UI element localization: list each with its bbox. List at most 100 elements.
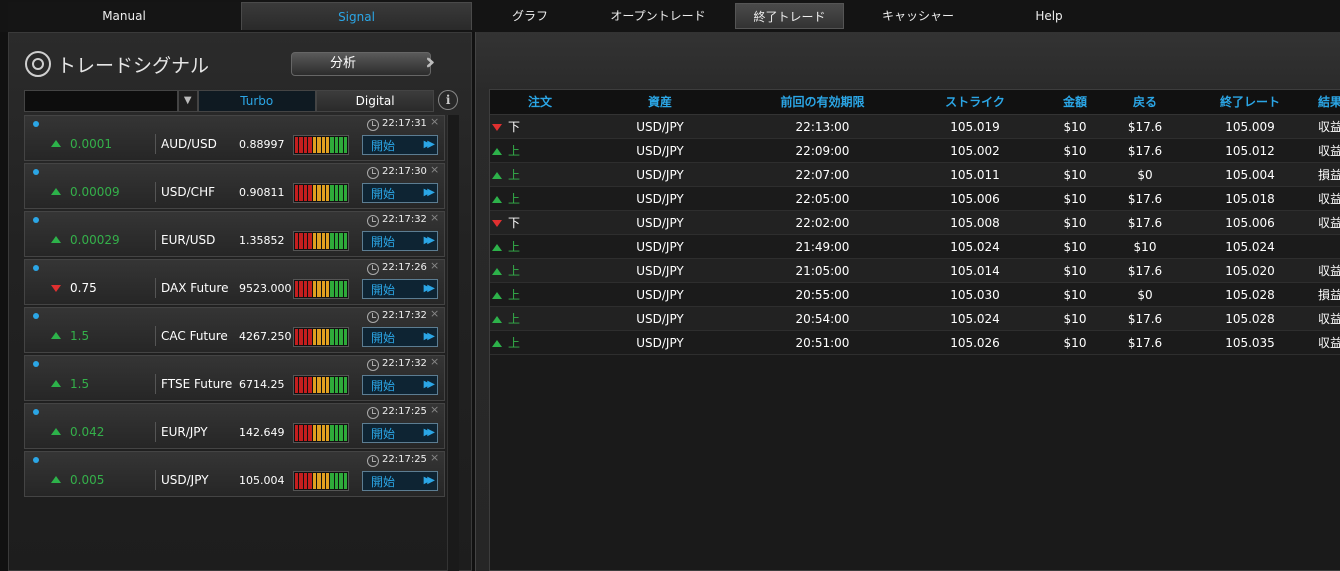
start-button[interactable]: 開始 ▶▶ [362,279,438,299]
cell-result: 収益 [1317,216,1340,230]
meter-segment [334,377,339,393]
meter-segment [321,329,325,345]
close-icon[interactable]: × [430,211,439,224]
tab-cashier[interactable]: キャッシャー [858,3,978,29]
meter-segment [303,233,308,249]
meter-segment [308,377,312,393]
cell-order: 上 [490,307,590,331]
table-row: 上 USD/JPY 22:05:00 105.006 $10 $17.6 105.018 収益 [490,187,1340,211]
signal-row: 22:17:32 × 0.00029 EUR/USD 1.35852 開始 ▶▶ [24,211,445,257]
signal-change: 0.0001 [70,137,112,151]
meter-segment [317,377,321,393]
start-button[interactable]: 開始 ▶▶ [362,327,438,347]
cell-return: $10 [1133,240,1157,254]
header-asset[interactable]: 資産 [600,90,720,115]
order-direction: 上 [508,288,521,302]
start-button-label: 開始 [371,330,396,345]
signal-list: 22:17:31 × 0.0001 AUD/USD 0.88997 開始 ▶▶ … [24,115,445,499]
close-icon[interactable]: × [430,115,439,128]
tab-closed-trades[interactable]: 終了トレード [735,3,844,29]
meter-segment [334,329,339,345]
asset-filter-select[interactable] [24,90,178,112]
start-button[interactable]: 開始 ▶▶ [362,423,438,443]
meter-segment [343,425,348,441]
signal-strength-meter [293,183,349,203]
cell-result: 収益 [1317,144,1340,158]
cell-expiry: 22:13:00 [795,120,850,134]
meter-segment [303,377,308,393]
tab-digital[interactable]: Digital [315,90,435,112]
meter-segment [321,425,325,441]
signal-time: 22:17:32 [382,358,427,369]
order-direction: 上 [508,312,521,326]
table-row: 上 USD/JPY 20:51:00 105.026 $10 $17.6 105.035 収益 [490,331,1340,355]
meter-segment [308,425,312,441]
signal-strength-meter [293,231,349,251]
cell-expiry: 20:54:00 [795,312,850,326]
meter-segment [295,473,299,489]
close-icon[interactable]: × [430,163,439,176]
info-icon[interactable]: i [438,90,459,110]
close-icon[interactable]: × [430,259,439,272]
close-icon[interactable]: × [430,403,439,416]
start-button[interactable]: 開始 ▶▶ [362,135,438,155]
tab-manual[interactable]: Manual [8,2,240,30]
signal-price: 1.35852 [239,234,285,247]
meter-segment [312,377,317,393]
cell-order: 上 [490,331,590,355]
tab-chart[interactable]: グラフ [477,3,583,29]
tab-open-trades[interactable]: オープントレード [592,3,724,29]
meter-segment [339,281,343,297]
tab-signal[interactable]: Signal [241,2,472,30]
meter-segment [343,329,348,345]
table-row: 上 USD/JPY 21:49:00 105.024 $10 $10 105.024 [490,235,1340,259]
meter-segment [330,185,334,201]
meter-segment [295,377,299,393]
start-button[interactable]: 開始 ▶▶ [362,183,438,203]
signal-filter-bar: ▼ Turbo Digital i [24,90,459,114]
tab-turbo[interactable]: Turbo [197,90,316,112]
cell-strike: 105.024 [950,312,1000,326]
clock-icon [367,167,379,179]
meter-segment [299,281,303,297]
meter-segment [299,185,303,201]
meter-segment [343,137,348,153]
meter-segment [321,233,325,249]
start-button[interactable]: 開始 ▶▶ [362,471,438,491]
chevron-down-icon[interactable]: ▼ [177,90,198,112]
signal-list-scrollbar[interactable] [447,115,459,571]
close-icon[interactable]: × [430,355,439,368]
signal-asset: AUD/USD [161,137,217,151]
header-order[interactable]: 注文 [490,90,590,115]
analyze-button[interactable]: 分析 [291,52,431,76]
table-row: 下 USD/JPY 22:13:00 105.019 $10 $17.6 105.009 収益 [490,115,1340,139]
start-button-label: 開始 [371,138,396,153]
close-icon[interactable]: × [430,451,439,464]
header-result[interactable]: 結果 [1290,90,1340,115]
header-return[interactable]: 戻る [1100,90,1190,115]
arrow-up-icon [492,244,502,251]
fast-forward-icon: ▶▶ [423,187,436,198]
order-direction: 下 [508,120,521,134]
header-expiry[interactable]: 前回の有効期限 [755,90,890,115]
start-button[interactable]: 開始 ▶▶ [362,231,438,251]
start-button[interactable]: 開始 ▶▶ [362,375,438,395]
cell-order: 下 [490,211,590,235]
closed-trades-table: 注文 資産 前回の有効期限 ストライク 金額 戻る 終了レート 結果 下 USD/JPY 22:1… [489,89,1340,571]
meter-segment [299,329,303,345]
meter-segment [295,185,299,201]
signal-row: 22:17:30 × 0.00009 USD/CHF 0.90811 開始 ▶▶ [24,163,445,209]
header-strike[interactable]: ストライク [910,90,1040,115]
signal-asset: DAX Future [161,281,229,295]
signal-asset: CAC Future [161,329,228,343]
meter-segment [312,137,317,153]
close-icon[interactable]: × [430,307,439,320]
signal-status-dot [33,409,39,415]
meter-segment [339,377,343,393]
fast-forward-icon: ▶▶ [423,331,436,342]
analyze-chevrons-icon: ››› [425,50,435,75]
closed-trades-panel: 注文 資産 前回の有効期限 ストライク 金額 戻る 終了レート 結果 下 USD/JPY 22:1… [475,32,1340,571]
tab-help[interactable]: Help [1000,3,1098,29]
meter-segment [295,281,299,297]
signal-price: 0.90811 [239,186,285,199]
